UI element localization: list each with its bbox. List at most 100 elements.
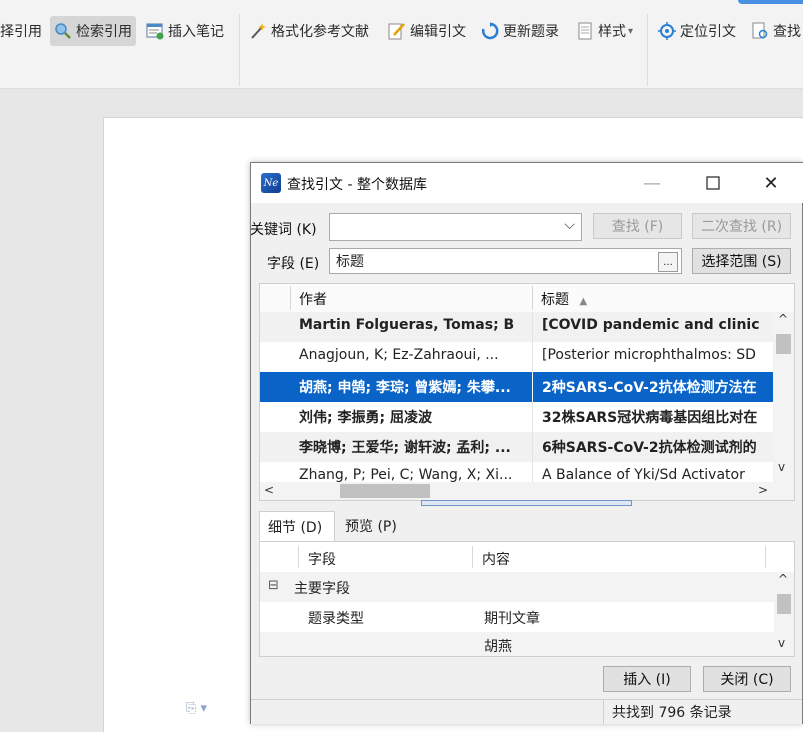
field-value: 标题 [336, 254, 364, 270]
insert-note-button[interactable]: 插入笔记 [146, 16, 224, 46]
search-citation-label: 检索引用 [76, 24, 132, 40]
detail-field: 题录类型 [308, 611, 364, 627]
row-title: 32株SARS冠状病毒基因组比对在 [542, 410, 758, 426]
style-label: 样式 [598, 24, 626, 40]
panel-splitter[interactable] [421, 500, 632, 506]
table-row[interactable]: 李晓博; 王爱华; 谢轩波; 孟利; ... 6种SARS-CoV-2抗体检测试… [260, 432, 773, 462]
row-title: 2种SARS-CoV-2抗体检测方法在 [542, 380, 757, 396]
locate-citation-label: 定位引文 [680, 24, 736, 40]
status-bar: 共找到 796 条记录 [251, 699, 802, 724]
field-input[interactable]: 标题 ... [329, 248, 682, 274]
scroll-left-icon[interactable]: < [264, 483, 274, 497]
ribbon-separator [239, 14, 240, 86]
scroll-down-icon[interactable]: v [778, 460, 785, 474]
detail-value: 胡燕 [484, 639, 512, 655]
select-range-button[interactable]: 选择范围 (S) [692, 248, 791, 274]
row-author: Zhang, P; Pei, C; Wang, X; Xi... [299, 467, 513, 482]
close-button[interactable]: 关闭 (C) [703, 666, 791, 692]
group-label: 主要字段 [294, 581, 350, 597]
chevron-down-icon[interactable]: ⌵ [564, 217, 575, 233]
scroll-down-icon[interactable]: v [778, 636, 785, 650]
refine-search-button[interactable]: 二次查找 (R) [692, 213, 791, 239]
table-row[interactable]: Martin Folgueras, Tomas; B [COVID pandem… [260, 312, 773, 342]
status-record-count: 共找到 796 条记录 [603, 700, 732, 724]
select-citation-label: 择引用 [0, 24, 42, 40]
row-author: 刘伟; 李振勇; 屈凌波 [299, 410, 432, 426]
table-row[interactable]: 刘伟; 李振勇; 屈凌波 32株SARS冠状病毒基因组比对在 [260, 402, 773, 432]
ribbon-separator [647, 14, 648, 86]
search-icon [54, 22, 72, 40]
column-header-title[interactable]: 标题 ▲ [541, 289, 587, 309]
sort-ascending-icon: ▲ [579, 296, 588, 307]
insert-note-label: 插入笔记 [168, 24, 224, 40]
row-author: Anagjoun, K; Ez-Zahraoui, ... [299, 347, 499, 363]
detail-row[interactable]: 题录类型 期刊文章 [260, 602, 774, 632]
scrollbar-thumb[interactable] [340, 484, 430, 498]
results-header: 作者 标题 ▲ [260, 284, 794, 313]
ribbon-accent [738, 0, 803, 4]
scroll-right-icon[interactable]: > [758, 483, 768, 497]
dialog-titlebar[interactable]: Ne 查找引文 - 整个数据库 — ✕ [251, 163, 803, 203]
row-author: Martin Folgueras, Tomas; B [299, 317, 515, 333]
find-citation-dialog: Ne 查找引文 - 整个数据库 — ✕ 关键词 (K) ⌵ 查找 (F) 二次查… [250, 162, 803, 724]
magic-wand-icon [249, 22, 267, 40]
minimize-icon[interactable]: — [639, 171, 665, 195]
detail-vertical-scrollbar[interactable]: ^ v [774, 572, 794, 656]
row-title: A Balance of Yki/Sd Activator [542, 467, 745, 482]
scroll-up-icon[interactable]: ^ [778, 312, 788, 326]
update-records-label: 更新题录 [503, 24, 559, 40]
scrollbar-thumb[interactable] [776, 334, 791, 354]
maximize-icon [706, 176, 720, 190]
style-dropdown[interactable]: 样式 ▾ [576, 16, 633, 46]
edit-citation-label: 编辑引文 [410, 24, 466, 40]
results-table[interactable]: 作者 标题 ▲ Martin Folgueras, Tomas; B [COVI… [259, 283, 795, 501]
format-bibliography-button[interactable]: 格式化参考文献 [249, 16, 369, 46]
scrollbar-thumb[interactable] [777, 594, 791, 614]
column-header-content[interactable]: 内容 [482, 549, 510, 569]
document-icon [576, 22, 594, 40]
table-row[interactable]: Anagjoun, K; Ez-Zahraoui, ... [Posterior… [260, 342, 773, 372]
refresh-icon [481, 22, 499, 40]
detail-row[interactable]: 胡燕 [260, 632, 774, 656]
target-icon [658, 22, 676, 40]
maximize-button[interactable] [700, 171, 726, 195]
row-title: [COVID pandemic and clinic [542, 317, 760, 333]
select-citation-button[interactable]: 择引用 [0, 16, 42, 46]
detail-group-row[interactable]: ⊟ 主要字段 [260, 572, 774, 602]
tab-preview[interactable]: 预览 (P) [337, 511, 407, 541]
table-row[interactable]: Zhang, P; Pei, C; Wang, X; Xi... A Balan… [260, 462, 773, 482]
paste-options-icon[interactable]: ⎘ ▾ [186, 701, 207, 716]
row-title: [Posterior microphthalmos: SD [542, 347, 756, 363]
search-citation-button[interactable]: 检索引用 [50, 16, 136, 46]
detail-table[interactable]: 字段 内容 ⊟ 主要字段 题录类型 期刊文章 胡燕 ^ v [259, 541, 795, 657]
ribbon-toolbar: 择引用 检索引用 插入笔记 格式化参考文献 编辑引文 更新题录 样式 ▾ 定位引… [0, 0, 803, 89]
collapse-icon[interactable]: ⊟ [268, 578, 279, 593]
update-records-button[interactable]: 更新题录 [481, 16, 559, 46]
row-author: 胡燕; 申鹄; 李琮; 曾紫嫣; 朱攀... [299, 380, 511, 396]
results-vertical-scrollbar[interactable]: ^ v [773, 312, 794, 482]
dialog-title: 查找引文 - 整个数据库 [287, 177, 427, 193]
find-document-icon [751, 22, 769, 40]
find-submit-button[interactable]: 查找 (F) [593, 213, 682, 239]
find-label: 查找 [773, 24, 801, 40]
scroll-up-icon[interactable]: ^ [778, 572, 788, 586]
browse-fields-button[interactable]: ... [658, 252, 678, 272]
field-label: 字段 (E) [267, 256, 320, 272]
chevron-down-icon: ▾ [628, 25, 634, 37]
column-header-field[interactable]: 字段 [308, 549, 336, 569]
keyword-input[interactable]: ⌵ [329, 213, 582, 241]
tab-details[interactable]: 细节 (D) [259, 511, 335, 541]
row-title: 6种SARS-CoV-2抗体检测试剂的 [542, 440, 757, 456]
results-horizontal-scrollbar[interactable]: < > [260, 482, 794, 500]
column-header-author[interactable]: 作者 [299, 289, 327, 309]
close-icon[interactable]: ✕ [758, 171, 784, 195]
keyword-label: 关键词 (K) [250, 222, 317, 238]
edit-icon [388, 22, 406, 40]
find-button[interactable]: 查找 [751, 16, 801, 46]
column-title-label: 标题 [541, 292, 569, 308]
locate-citation-button[interactable]: 定位引文 [658, 16, 736, 46]
edit-citation-button[interactable]: 编辑引文 [388, 16, 466, 46]
table-row-selected[interactable]: 胡燕; 申鹄; 李琮; 曾紫嫣; 朱攀... 2种SARS-CoV-2抗体检测方… [260, 372, 773, 402]
format-bibliography-label: 格式化参考文献 [271, 24, 369, 40]
insert-button[interactable]: 插入 (I) [603, 666, 691, 692]
